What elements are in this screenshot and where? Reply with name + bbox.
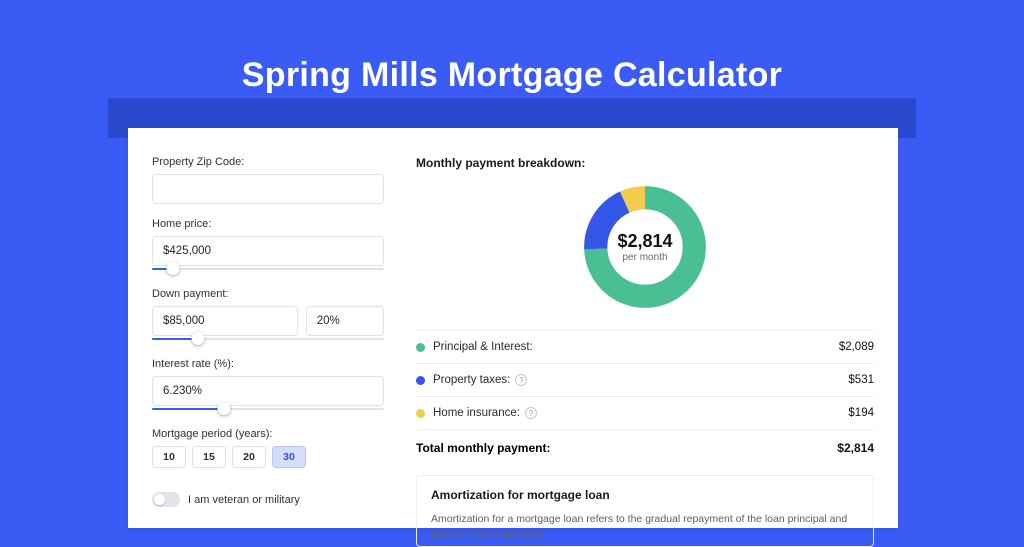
down-payment-field: Down payment:	[152, 288, 384, 344]
down-payment-slider-thumb	[192, 332, 205, 345]
interest-label: Interest rate (%):	[152, 358, 384, 370]
breakdown-row: Principal & Interest: $2,089	[416, 330, 874, 363]
donut-center-sub: per month	[622, 252, 667, 263]
period-label: Mortgage period (years):	[152, 428, 384, 440]
legend-dot	[416, 343, 425, 352]
home-price-input[interactable]	[152, 236, 384, 266]
total-label: Total monthly payment:	[416, 441, 550, 455]
interest-slider-fill	[152, 408, 224, 410]
calculator-card: Property Zip Code: Home price: Down paym…	[128, 128, 898, 528]
veteran-label: I am veteran or military	[188, 494, 300, 506]
interest-slider[interactable]	[152, 404, 384, 414]
legend-dot	[416, 376, 425, 385]
home-price-slider-thumb	[166, 262, 179, 275]
legend-dot	[416, 409, 425, 418]
breakdown-total-row: Total monthly payment: $2,814	[416, 429, 874, 467]
payment-donut-chart: $2,814 per month	[580, 182, 710, 312]
breakdown-value: $531	[848, 374, 874, 386]
zip-field: Property Zip Code:	[152, 156, 384, 204]
info-icon[interactable]: ?	[525, 407, 537, 419]
zip-input[interactable]	[152, 174, 384, 204]
interest-input[interactable]	[152, 376, 384, 406]
breakdown-title: Monthly payment breakdown:	[416, 156, 874, 170]
interest-field: Interest rate (%):	[152, 358, 384, 414]
down-payment-slider[interactable]	[152, 334, 384, 344]
breakdown-label: Property taxes:	[433, 374, 510, 386]
down-payment-label: Down payment:	[152, 288, 384, 300]
breakdown-list: Principal & Interest: $2,089 Property taxe…	[416, 330, 874, 429]
page-title: Spring Mills Mortgage Calculator	[0, 0, 1024, 95]
home-price-slider[interactable]	[152, 264, 384, 274]
amortization-title: Amortization for mortgage loan	[431, 488, 859, 502]
amortization-card: Amortization for mortgage loan Amortizat…	[416, 475, 874, 547]
info-icon[interactable]: ?	[515, 374, 527, 386]
down-payment-percent-input[interactable]	[306, 306, 384, 336]
breakdown-column: Monthly payment breakdown: $2,814 per mo…	[408, 128, 898, 528]
period-option-30[interactable]: 30	[272, 446, 306, 468]
period-option-10[interactable]: 10	[152, 446, 186, 468]
breakdown-value: $2,089	[839, 341, 874, 353]
period-options: 10 15 20 30	[152, 446, 384, 468]
period-field: Mortgage period (years): 10 15 20 30	[152, 428, 384, 468]
veteran-row: I am veteran or military	[152, 492, 384, 507]
amortization-text: Amortization for a mortgage loan refers …	[431, 512, 859, 542]
breakdown-row: Property taxes:? $531	[416, 363, 874, 396]
inputs-column: Property Zip Code: Home price: Down paym…	[128, 128, 408, 528]
veteran-toggle[interactable]	[152, 492, 180, 507]
zip-label: Property Zip Code:	[152, 156, 384, 168]
home-price-label: Home price:	[152, 218, 384, 230]
breakdown-label: Home insurance:	[433, 407, 520, 419]
breakdown-label: Principal & Interest:	[433, 341, 533, 353]
donut-center-value: $2,814	[617, 231, 672, 252]
total-value: $2,814	[837, 441, 874, 455]
down-payment-amount-input[interactable]	[152, 306, 298, 336]
home-price-field: Home price:	[152, 218, 384, 274]
breakdown-value: $194	[848, 407, 874, 419]
period-option-20[interactable]: 20	[232, 446, 266, 468]
period-option-15[interactable]: 15	[192, 446, 226, 468]
breakdown-row: Home insurance:? $194	[416, 396, 874, 429]
interest-slider-thumb	[217, 402, 230, 415]
